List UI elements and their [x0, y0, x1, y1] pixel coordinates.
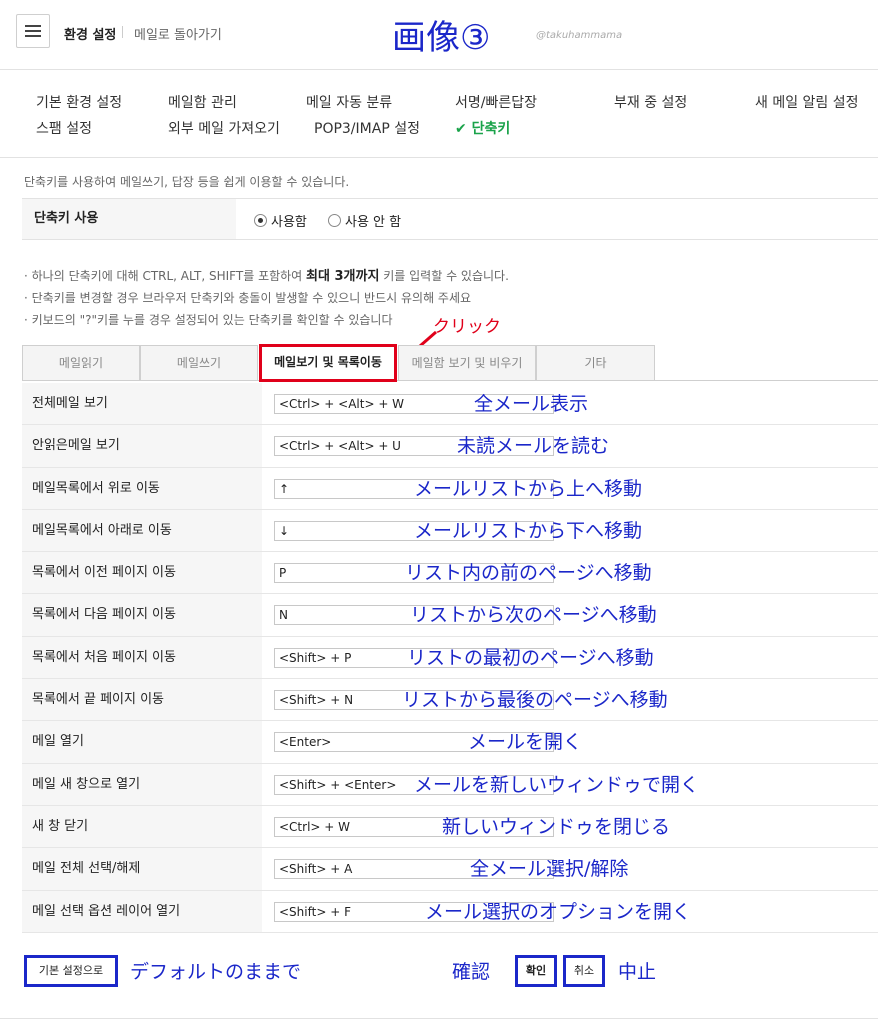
confirm-annotation: 確認: [452, 961, 491, 983]
note-2: · 단축키를 변경할 경우 브라우저 단축키와 충돌이 발생할 수 있으니 반드…: [24, 291, 472, 305]
row-label: 안읽은메일 보기: [22, 425, 262, 467]
table-row: 목록에서 처음 페이지 이동 リストの最初のページへ移動: [22, 636, 878, 680]
click-annotation: クリック: [433, 317, 501, 337]
nav-new-mail-alert[interactable]: 새 메일 알림 설정: [755, 92, 859, 112]
row-annotation: メールリストから下へ移動: [414, 519, 643, 542]
row-label: 메일 전체 선택/해제: [22, 848, 262, 890]
row-label: 목록에서 끝 페이지 이동: [22, 679, 262, 721]
nav-away[interactable]: 부재 중 설정: [614, 92, 687, 112]
watermark: @takuhammama: [536, 30, 623, 41]
note-1: · 하나의 단축키에 대해 CTRL, ALT, SHIFT를 포함하여 최대 …: [24, 269, 509, 284]
page-title: 환경 설정: [64, 28, 117, 43]
row-annotation: メールを新しいウィンドゥで開く: [414, 773, 700, 796]
table-row: 목록에서 이전 페이지 이동 リスト内の前のページへ移動: [22, 552, 878, 595]
row-label: 메일 새 창으로 열기: [22, 763, 262, 805]
row-annotation: リストの最初のページへ移動: [407, 646, 654, 669]
radio-unchecked-icon: [328, 214, 341, 227]
use-shortcut-row: 단축키 사용 사용함 사용 안 함: [22, 198, 878, 240]
tab-write-mail[interactable]: 메일쓰기: [140, 345, 258, 381]
cancel-annotation: 中止: [618, 961, 657, 983]
table-row: 메일 새 창으로 열기 メールを新しいウィンドゥで開く: [22, 763, 878, 806]
annotation-title: 画像③: [392, 18, 491, 58]
radio-on-label: 사용함: [271, 215, 307, 230]
row-label: 목록에서 다음 페이지 이동: [22, 594, 262, 636]
default-annotation: デフォルトのままで: [130, 961, 302, 983]
use-shortcut-label: 단축키 사용: [22, 199, 236, 239]
default-settings-button[interactable]: 기본 설정으로: [24, 955, 118, 987]
settings-nav: 기본 환경 설정 메일함 관리 메일 자동 분류 서명/빠른답장 부재 중 설정…: [0, 70, 878, 158]
row-annotation: リスト内の前のページへ移動: [405, 562, 652, 585]
row-annotation: メールを開く: [468, 731, 583, 754]
table-row: 안읽은메일 보기 未読メールを読む: [22, 425, 878, 468]
row-label: 메일 열기: [22, 721, 262, 763]
divider: [122, 26, 123, 38]
nav-auto-sort[interactable]: 메일 자동 분류: [306, 92, 392, 112]
back-to-mail-link[interactable]: 메일로 돌아가기: [134, 24, 222, 43]
row-label: 새 창 닫기: [22, 805, 262, 848]
radio-use-off[interactable]: 사용 안 함: [328, 211, 401, 230]
row-label: 메일목록에서 아래로 이동: [22, 509, 262, 552]
row-annotation: リストから次のページへ移動: [410, 604, 657, 627]
table-row: 메일목록에서 아래로 이동 メールリストから下へ移動: [22, 509, 878, 553]
row-annotation: 全メール表示: [474, 393, 589, 415]
tab-mailbox-view-empty[interactable]: 메일함 보기 및 비우기: [398, 345, 536, 381]
tab-read-mail[interactable]: 메일읽기: [22, 345, 140, 381]
table-row: 메일 선택 옵션 레이어 열기 メール選択のオプションを開く: [22, 890, 878, 933]
table-row: 메일 전체 선택/해제 全メール選択/解除: [22, 848, 878, 891]
row-label: 메일목록에서 위로 이동: [22, 467, 262, 509]
row-annotation: リストから最後のページへ移動: [402, 689, 668, 712]
row-annotation: 未読メールを読む: [457, 435, 610, 458]
row-annotation: メールリストから上へ移動: [414, 477, 643, 500]
row-label: 메일 선택 옵션 레이어 열기: [22, 890, 262, 932]
description: 단축키를 사용하여 메일쓰기, 답장 등을 쉽게 이용할 수 있습니다.: [24, 175, 350, 189]
nav-external-mail[interactable]: 외부 메일 가져오기: [168, 118, 280, 138]
nav-shortcuts[interactable]: ✔ 단축키: [455, 118, 510, 138]
table-row: 새 창 닫기 新しいウィンドゥを閉じる: [22, 805, 878, 849]
footer-divider: [0, 1018, 878, 1019]
table-row: 목록에서 다음 페이지 이동 リストから次のページへ移動: [22, 594, 878, 637]
radio-off-label: 사용 안 함: [345, 215, 402, 230]
table-row: 메일 열기 メールを開く: [22, 721, 878, 764]
row-label: 목록에서 이전 페이지 이동: [22, 552, 262, 594]
nav-signature[interactable]: 서명/빠른답장: [455, 92, 537, 112]
table-row: 메일목록에서 위로 이동 メールリストから上へ移動: [22, 467, 878, 510]
nav-basic-settings[interactable]: 기본 환경 설정: [36, 92, 122, 112]
top-bar: 환경 설정 메일로 돌아가기 画像③ @takuhammama: [0, 0, 878, 70]
nav-pop3-imap[interactable]: POP3/IMAP 설정: [314, 118, 420, 138]
radio-checked-icon: [254, 214, 267, 227]
row-annotation: メール選択のオプションを開く: [425, 900, 692, 923]
radio-use-on[interactable]: 사용함: [254, 211, 307, 230]
confirm-button[interactable]: 확인: [515, 955, 557, 987]
row-annotation: 全メール選択/解除: [470, 858, 629, 881]
nav-spam[interactable]: 스팸 설정: [36, 118, 92, 138]
shortcut-table: 전체메일 보기 全メール表示 안읽은메일 보기 未読メールを読む 메일목록에서 위로…: [22, 383, 878, 933]
row-annotation: 新しいウィンドゥを閉じる: [442, 815, 671, 838]
shortcut-tabs: 메일읽기 메일쓰기 메일보기 및 목록이동 메일함 보기 및 비우기 기타: [22, 344, 878, 382]
tab-etc[interactable]: 기타: [536, 345, 655, 381]
cancel-button[interactable]: 취소: [563, 955, 605, 987]
tab-view-list-move[interactable]: 메일보기 및 목록이동: [259, 344, 397, 382]
nav-mailbox-manage[interactable]: 메일함 관리: [168, 92, 237, 112]
table-row: 목록에서 끝 페이지 이동 リストから最後のページへ移動: [22, 679, 878, 722]
table-row: 전체메일 보기 全メール表示: [22, 383, 878, 426]
row-label: 목록에서 처음 페이지 이동: [22, 636, 262, 679]
row-label: 전체메일 보기: [22, 383, 262, 425]
menu-icon[interactable]: [16, 14, 50, 48]
